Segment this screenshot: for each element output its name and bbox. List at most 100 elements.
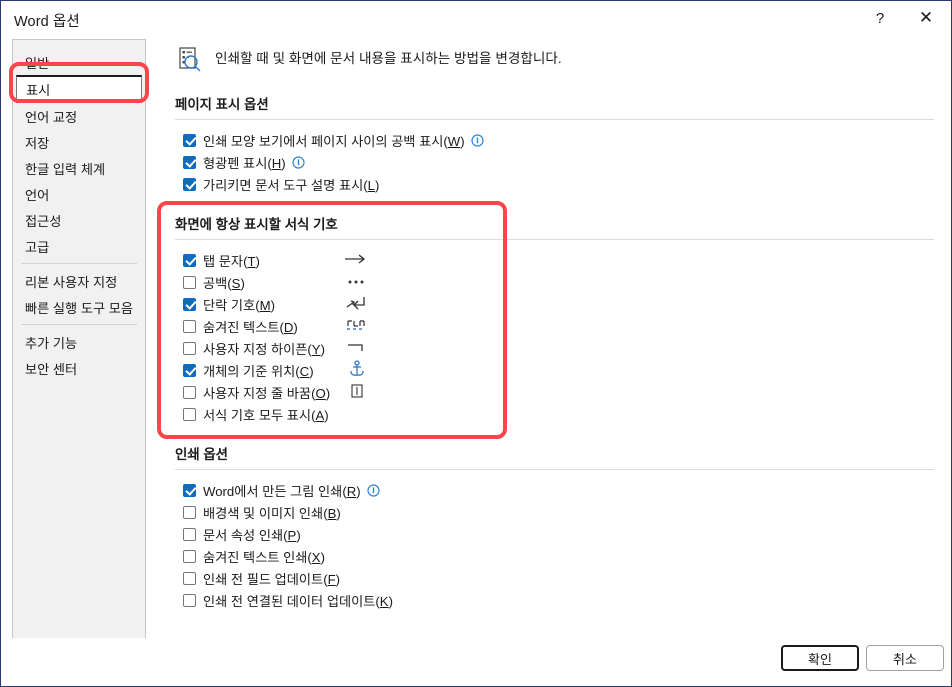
checkbox-row[interactable]: 인쇄 전 연결된 데이터 업데이트(K) <box>167 589 942 611</box>
checkbox-label-text: 인쇄 모양 보기에서 페이지 사이의 공백 표시 <box>203 133 444 149</box>
checkbox-unchecked-icon[interactable] <box>183 593 196 607</box>
checkbox-label: Word에서 만든 그림 인쇄(R) <box>203 481 361 500</box>
checkbox-row[interactable]: Word에서 만든 그림 인쇄(R) <box>167 479 942 501</box>
access-key: (B) <box>323 505 341 521</box>
close-button[interactable]: ✕ <box>903 1 949 35</box>
checkbox-row[interactable]: 공백(S) <box>167 271 942 293</box>
sidebar-item-1[interactable]: 표시 <box>16 75 142 103</box>
checkbox-label-text: 배경색 및 이미지 인쇄 <box>203 505 324 521</box>
sidebar-item-2[interactable]: 언어 교정 <box>13 103 145 129</box>
checkbox-label: 숨겨진 텍스트(D) <box>203 317 298 336</box>
access-key: (M) <box>255 297 276 313</box>
checkbox-row[interactable]: 문서 속성 인쇄(P) <box>167 523 942 545</box>
info-icon[interactable] <box>292 155 305 169</box>
section-divider <box>175 469 934 470</box>
checkbox-label: 형광펜 표시(H) <box>203 153 286 172</box>
sidebar-item-3[interactable]: 저장 <box>13 129 145 155</box>
anchor-icon <box>342 359 372 381</box>
checkbox-row[interactable]: 숨겨진 텍스트(D) <box>167 315 942 337</box>
checkbox-label: 문서 속성 인쇄(P) <box>203 525 301 544</box>
sidebar-item-0[interactable]: 일반 <box>13 49 145 75</box>
checkbox-checked-icon[interactable] <box>183 155 196 169</box>
title-bar: Word 옵션 ? ✕ <box>1 1 951 37</box>
dialog-footer: 확인 취소 <box>1 638 951 686</box>
sidebar-item-label: 일반 <box>25 55 50 71</box>
checkbox-row[interactable]: 배경색 및 이미지 인쇄(B) <box>167 501 942 523</box>
info-icon[interactable] <box>367 483 380 497</box>
optional-break-icon <box>342 383 372 402</box>
checkbox-label-text: 인쇄 전 필드 업데이트 <box>203 571 324 587</box>
access-key: (W) <box>443 133 465 149</box>
checkbox-checked-icon[interactable] <box>183 483 196 497</box>
checkbox-row[interactable]: 서식 기호 모두 표시(A) <box>167 403 942 425</box>
checkbox-label: 탭 문자(T) <box>203 251 260 270</box>
space-dots-icon <box>342 274 372 291</box>
checkbox-checked-icon[interactable] <box>183 253 196 267</box>
checkbox-row[interactable]: 개체의 기준 위치(C) <box>167 359 942 381</box>
checkbox-label-text: 숨겨진 텍스트 <box>203 319 280 335</box>
access-key-letter: H <box>271 155 282 171</box>
sidebar-item-4[interactable]: 한글 입력 체계 <box>13 155 145 181</box>
checkbox-unchecked-icon[interactable] <box>183 319 196 333</box>
checkbox-label-text: 문서 속성 인쇄 <box>203 527 284 543</box>
checkbox-unchecked-icon[interactable] <box>183 549 196 563</box>
ok-button[interactable]: 확인 <box>781 645 859 671</box>
checkbox-unchecked-icon[interactable] <box>183 407 196 421</box>
checkbox-unchecked-icon[interactable] <box>183 385 196 399</box>
access-key-letter: P <box>287 527 297 543</box>
sidebar-item-10[interactable]: 추가 기능 <box>13 329 145 355</box>
access-key-letter: B <box>327 505 337 521</box>
checkbox-row[interactable]: 단락 기호(M) <box>167 293 942 315</box>
checkbox-unchecked-icon[interactable] <box>183 275 196 289</box>
checkbox-unchecked-icon[interactable] <box>183 527 196 541</box>
checkbox-row[interactable]: 형광펜 표시(H) <box>167 151 942 173</box>
checkbox-unchecked-icon[interactable] <box>183 571 196 585</box>
sidebar-item-11[interactable]: 보안 센터 <box>13 355 145 381</box>
section-divider <box>175 239 934 240</box>
checkbox-row[interactable]: 사용자 지정 줄 바꿈(O) <box>167 381 942 403</box>
dialog-title: Word 옵션 <box>14 14 80 30</box>
checkbox-label-text: 가리키면 문서 도구 설명 표시 <box>203 177 364 193</box>
checkbox-row[interactable]: 탭 문자(T) <box>167 249 942 271</box>
option-list-print-options: Word에서 만든 그림 인쇄(R) 배경색 및 이미지 인쇄(B) 문서 속성 인… <box>167 479 942 611</box>
access-key-letter: W <box>447 133 461 149</box>
cancel-button[interactable]: 취소 <box>866 645 944 671</box>
checkbox-label: 서식 기호 모두 표시(A) <box>203 405 329 424</box>
checkbox-label-text: 사용자 지정 줄 바꿈 <box>203 385 312 401</box>
checkbox-checked-icon[interactable] <box>183 177 196 191</box>
access-key: (K) <box>375 593 393 609</box>
checkbox-row[interactable]: 숨겨진 텍스트 인쇄(X) <box>167 545 942 567</box>
checkbox-checked-icon[interactable] <box>183 297 196 311</box>
info-icon[interactable] <box>471 133 484 147</box>
checkbox-row[interactable]: 인쇄 모양 보기에서 페이지 사이의 공백 표시(W) <box>167 129 942 151</box>
sidebar-item-label: 접근성 <box>25 213 62 229</box>
checkbox-label-text: 형광펜 표시 <box>203 155 268 171</box>
sidebar-item-label: 언어 <box>25 187 50 203</box>
checkbox-unchecked-icon[interactable] <box>183 505 196 519</box>
access-key-letter: F <box>327 571 336 587</box>
checkbox-row[interactable]: 가리키면 문서 도구 설명 표시(L) <box>167 173 942 195</box>
sidebar-item-8[interactable]: 리본 사용자 지정 <box>13 268 145 294</box>
checkbox-unchecked-icon[interactable] <box>183 341 196 355</box>
access-key: (P) <box>283 527 301 543</box>
access-key-letter: S <box>231 275 241 291</box>
checkbox-label-text: 단락 기호 <box>203 297 256 313</box>
checkbox-row[interactable]: 인쇄 전 필드 업데이트(F) <box>167 567 942 589</box>
access-key: (S) <box>227 275 245 291</box>
sidebar-item-6[interactable]: 접근성 <box>13 207 145 233</box>
optional-hyphen-icon <box>342 340 372 357</box>
sidebar-item-label: 한글 입력 체계 <box>25 161 106 177</box>
pane-header: 인쇄할 때 및 화면에 문서 내용을 표시하는 방법을 변경합니다. <box>167 39 942 75</box>
checkbox-checked-icon[interactable] <box>183 363 196 377</box>
sidebar-item-9[interactable]: 빠른 실행 도구 모음 <box>13 294 145 320</box>
sidebar-item-7[interactable]: 고급 <box>13 233 145 259</box>
sidebar-item-5[interactable]: 언어 <box>13 181 145 207</box>
section-title-always-show-formatting-marks: 화면에 항상 표시할 서식 기호 <box>175 217 338 232</box>
section-divider <box>175 119 934 120</box>
checkbox-label-text: 개체의 기준 위치 <box>203 363 296 379</box>
checkbox-checked-icon[interactable] <box>183 133 196 147</box>
checkbox-label: 가리키면 문서 도구 설명 표시(L) <box>203 175 379 194</box>
checkbox-row[interactable]: 사용자 지정 하이픈(Y) <box>167 337 942 359</box>
access-key: (D) <box>279 319 298 335</box>
help-button[interactable]: ? <box>857 1 903 35</box>
